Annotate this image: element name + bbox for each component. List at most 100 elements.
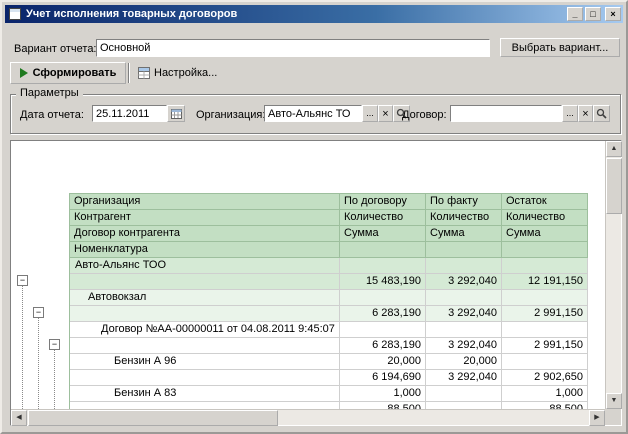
contract-label: Договор: bbox=[402, 109, 447, 121]
report-date-input[interactable] bbox=[92, 105, 167, 122]
scroll-down-button[interactable]: ▼ bbox=[606, 393, 622, 409]
horizontal-scroll-thumb[interactable] bbox=[28, 410, 278, 426]
header-cell: Договор контрагента bbox=[70, 226, 340, 242]
minimize-button[interactable]: _ bbox=[567, 7, 583, 21]
header-cell: Остаток bbox=[502, 194, 588, 210]
header-cell: Количество bbox=[426, 210, 502, 226]
header-cell: Сумма bbox=[340, 226, 426, 242]
table-row: Бензин А 83 1,000 1,000 bbox=[70, 386, 588, 402]
header-row: Договор контрагента Сумма Сумма Сумма bbox=[70, 226, 588, 242]
cell-value bbox=[502, 354, 588, 370]
cell-value: 2 991,150 bbox=[502, 306, 588, 322]
run-icon bbox=[20, 68, 28, 78]
cell-value: 1,000 bbox=[340, 386, 426, 402]
cell-value: 6 283,190 bbox=[340, 306, 426, 322]
header-cell: Контрагент bbox=[70, 210, 340, 226]
cell-value bbox=[340, 258, 426, 274]
header-cell: По договору bbox=[340, 194, 426, 210]
header-cell bbox=[426, 242, 502, 258]
table-row: 88,500 88,500 bbox=[70, 402, 588, 409]
cell-value: 88,500 bbox=[340, 402, 426, 409]
organization-clear-button[interactable]: × bbox=[378, 105, 393, 122]
cell-value bbox=[340, 290, 426, 306]
cell-value bbox=[502, 290, 588, 306]
horizontal-scrollbar[interactable]: ◀ ▶ bbox=[11, 409, 605, 425]
cell-value: 88,500 bbox=[502, 402, 588, 409]
cell-value: 2 902,650 bbox=[502, 370, 588, 386]
choose-variant-button[interactable]: Выбрать вариант... bbox=[500, 38, 620, 57]
vertical-scroll-thumb[interactable] bbox=[606, 158, 622, 214]
row-label bbox=[70, 370, 340, 386]
report-table: Организация По договору По факту Остаток… bbox=[69, 193, 588, 409]
cell-value: 1,000 bbox=[502, 386, 588, 402]
tree-line bbox=[38, 318, 39, 409]
collapse-button-level-2[interactable]: − bbox=[33, 307, 44, 318]
cell-value: 3 292,040 bbox=[426, 338, 502, 354]
table-row: 6 194,690 3 292,040 2 902,650 bbox=[70, 370, 588, 386]
cell-value bbox=[426, 322, 502, 338]
table-row: 15 483,190 3 292,040 12 191,150 bbox=[70, 274, 588, 290]
table-row: Договор №АА-00000011 от 04.08.2011 9:45:… bbox=[70, 322, 588, 338]
variant-label: Вариант отчета: bbox=[14, 43, 97, 55]
calendar-button[interactable] bbox=[167, 105, 185, 122]
tree-line bbox=[22, 286, 23, 409]
magnifier-icon bbox=[596, 108, 607, 119]
header-row: Организация По договору По факту Остаток bbox=[70, 194, 588, 210]
row-label bbox=[70, 274, 340, 290]
row-label: Авто-Альянс ТОО bbox=[70, 258, 340, 274]
table-row: Автовокзал bbox=[70, 290, 588, 306]
scroll-up-button[interactable]: ▲ bbox=[606, 141, 622, 157]
cell-value bbox=[426, 402, 502, 409]
scroll-right-button[interactable]: ▶ bbox=[589, 410, 605, 426]
app-window: Учет исполнения товарных договоров _ □ ×… bbox=[0, 0, 628, 434]
parameters-legend: Параметры bbox=[16, 87, 83, 99]
table-row: 6 283,190 3 292,040 2 991,150 bbox=[70, 306, 588, 322]
header-cell: Организация bbox=[70, 194, 340, 210]
header-cell: Номенклатура bbox=[70, 242, 340, 258]
scroll-left-button[interactable]: ◀ bbox=[11, 410, 27, 426]
contract-input[interactable] bbox=[450, 105, 562, 122]
contract-clear-button[interactable]: × bbox=[578, 105, 593, 122]
collapse-button-level-1[interactable]: − bbox=[17, 275, 28, 286]
cell-value: 15 483,190 bbox=[340, 274, 426, 290]
cell-value bbox=[502, 322, 588, 338]
maximize-button[interactable]: □ bbox=[585, 7, 601, 21]
row-label: Автовокзал bbox=[70, 290, 340, 306]
cell-value: 3 292,040 bbox=[426, 370, 502, 386]
header-cell: По факту bbox=[426, 194, 502, 210]
header-cell: Количество bbox=[340, 210, 426, 226]
window-icon bbox=[9, 8, 21, 20]
header-cell bbox=[340, 242, 426, 258]
collapse-button-level-3[interactable]: − bbox=[49, 339, 60, 350]
organization-choose-button[interactable]: ... bbox=[362, 105, 378, 122]
scrollbar-corner bbox=[605, 409, 621, 425]
title-bar[interactable]: Учет исполнения товарных договоров _ □ × bbox=[5, 5, 623, 23]
cell-value bbox=[426, 258, 502, 274]
cell-value: 6 283,190 bbox=[340, 338, 426, 354]
settings-icon bbox=[138, 67, 150, 79]
header-row: Контрагент Количество Количество Количес… bbox=[70, 210, 588, 226]
contract-choose-button[interactable]: ... bbox=[562, 105, 578, 122]
header-cell: Количество bbox=[502, 210, 588, 226]
cell-value bbox=[502, 258, 588, 274]
table-row: Бензин А 96 20,000 20,000 bbox=[70, 354, 588, 370]
settings-button[interactable]: Настройка... bbox=[133, 63, 222, 83]
cell-value: 3 292,040 bbox=[426, 306, 502, 322]
row-label bbox=[70, 338, 340, 354]
header-row: Номенклатура bbox=[70, 242, 588, 258]
report-grid-content: − − − Организация По договору По факту О… bbox=[11, 141, 605, 409]
cell-value: 2 991,150 bbox=[502, 338, 588, 354]
cell-value: 6 194,690 bbox=[340, 370, 426, 386]
window-title: Учет исполнения товарных договоров bbox=[26, 8, 237, 20]
header-cell: Сумма bbox=[426, 226, 502, 242]
cell-value: 3 292,040 bbox=[426, 274, 502, 290]
settings-button-label: Настройка... bbox=[154, 67, 217, 79]
variant-input[interactable] bbox=[96, 39, 490, 57]
cell-value bbox=[426, 290, 502, 306]
contract-open-button[interactable] bbox=[593, 105, 610, 122]
close-button[interactable]: × bbox=[605, 7, 621, 21]
vertical-scrollbar[interactable]: ▲ ▼ bbox=[605, 141, 621, 409]
organization-input[interactable] bbox=[264, 105, 362, 122]
generate-button[interactable]: Сформировать bbox=[10, 62, 126, 84]
header-cell bbox=[502, 242, 588, 258]
